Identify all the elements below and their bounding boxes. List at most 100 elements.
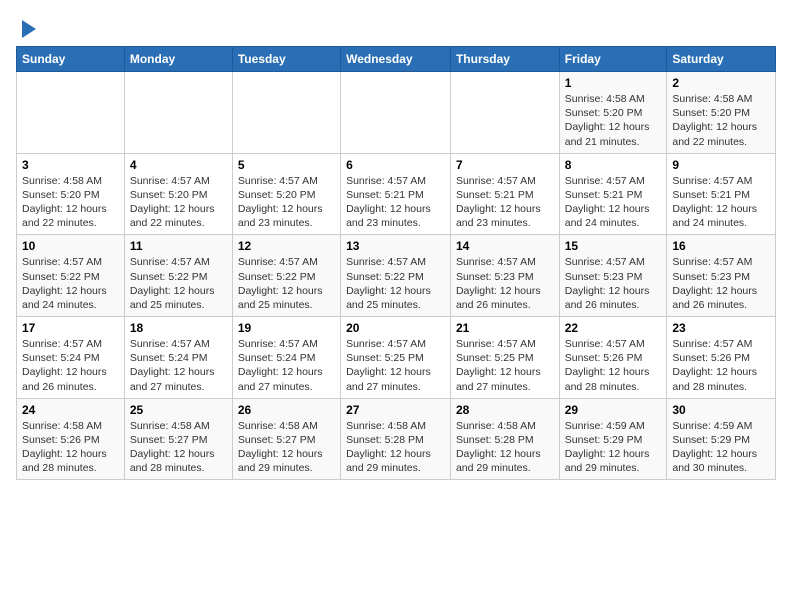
day-info: Sunrise: 4:57 AMSunset: 5:24 PMDaylight:… bbox=[238, 337, 335, 394]
day-cell: 2 Sunrise: 4:58 AMSunset: 5:20 PMDaylight… bbox=[667, 72, 776, 154]
header-row: SundayMondayTuesdayWednesdayThursdayFrid… bbox=[17, 47, 776, 72]
day-number: 12 bbox=[238, 239, 335, 253]
day-number: 21 bbox=[456, 321, 554, 335]
day-cell: 4 Sunrise: 4:57 AMSunset: 5:20 PMDaylight… bbox=[124, 153, 232, 235]
day-cell: 29 Sunrise: 4:59 AMSunset: 5:29 PMDayligh… bbox=[559, 398, 667, 480]
day-number: 28 bbox=[456, 403, 554, 417]
day-info: Sunrise: 4:57 AMSunset: 5:22 PMDaylight:… bbox=[130, 255, 227, 312]
day-cell: 30 Sunrise: 4:59 AMSunset: 5:29 PMDayligh… bbox=[667, 398, 776, 480]
week-row-1: 1 Sunrise: 4:58 AMSunset: 5:20 PMDaylight… bbox=[17, 72, 776, 154]
day-info: Sunrise: 4:58 AMSunset: 5:27 PMDaylight:… bbox=[238, 419, 335, 476]
day-number: 24 bbox=[22, 403, 119, 417]
logo-arrow-icon bbox=[22, 20, 36, 38]
day-number: 23 bbox=[672, 321, 770, 335]
header-day-wednesday: Wednesday bbox=[341, 47, 451, 72]
day-cell bbox=[124, 72, 232, 154]
day-number: 25 bbox=[130, 403, 227, 417]
day-info: Sunrise: 4:57 AMSunset: 5:21 PMDaylight:… bbox=[456, 174, 554, 231]
day-cell: 23 Sunrise: 4:57 AMSunset: 5:26 PMDayligh… bbox=[667, 317, 776, 399]
day-number: 16 bbox=[672, 239, 770, 253]
day-info: Sunrise: 4:58 AMSunset: 5:28 PMDaylight:… bbox=[346, 419, 445, 476]
day-info: Sunrise: 4:57 AMSunset: 5:23 PMDaylight:… bbox=[672, 255, 770, 312]
day-cell: 12 Sunrise: 4:57 AMSunset: 5:22 PMDayligh… bbox=[232, 235, 340, 317]
day-cell: 11Sunrise: 4:57 AMSunset: 5:22 PMDayligh… bbox=[124, 235, 232, 317]
day-info: Sunrise: 4:57 AMSunset: 5:22 PMDaylight:… bbox=[346, 255, 445, 312]
header-day-sunday: Sunday bbox=[17, 47, 125, 72]
day-number: 27 bbox=[346, 403, 445, 417]
day-number: 13 bbox=[346, 239, 445, 253]
day-info: Sunrise: 4:57 AMSunset: 5:20 PMDaylight:… bbox=[130, 174, 227, 231]
day-cell: 21Sunrise: 4:57 AMSunset: 5:25 PMDayligh… bbox=[450, 317, 559, 399]
day-number: 26 bbox=[238, 403, 335, 417]
day-number: 5 bbox=[238, 158, 335, 172]
day-info: Sunrise: 4:58 AMSunset: 5:20 PMDaylight:… bbox=[565, 92, 662, 149]
day-cell: 5 Sunrise: 4:57 AMSunset: 5:20 PMDaylight… bbox=[232, 153, 340, 235]
header-day-tuesday: Tuesday bbox=[232, 47, 340, 72]
day-number: 15 bbox=[565, 239, 662, 253]
header-day-saturday: Saturday bbox=[667, 47, 776, 72]
day-cell: 13 Sunrise: 4:57 AMSunset: 5:22 PMDayligh… bbox=[341, 235, 451, 317]
day-cell: 20Sunrise: 4:57 AMSunset: 5:25 PMDayligh… bbox=[341, 317, 451, 399]
day-info: Sunrise: 4:57 AMSunset: 5:23 PMDaylight:… bbox=[565, 255, 662, 312]
day-cell: 18 Sunrise: 4:57 AMSunset: 5:24 PMDayligh… bbox=[124, 317, 232, 399]
day-info: Sunrise: 4:57 AMSunset: 5:20 PMDaylight:… bbox=[238, 174, 335, 231]
day-cell: 14 Sunrise: 4:57 AMSunset: 5:23 PMDayligh… bbox=[450, 235, 559, 317]
day-info: Sunrise: 4:57 AMSunset: 5:23 PMDaylight:… bbox=[456, 255, 554, 312]
logo bbox=[16, 16, 36, 38]
day-cell bbox=[17, 72, 125, 154]
day-cell: 19 Sunrise: 4:57 AMSunset: 5:24 PMDayligh… bbox=[232, 317, 340, 399]
day-cell: 25Sunrise: 4:58 AMSunset: 5:27 PMDayligh… bbox=[124, 398, 232, 480]
week-row-4: 17 Sunrise: 4:57 AMSunset: 5:24 PMDayligh… bbox=[17, 317, 776, 399]
day-cell: 1 Sunrise: 4:58 AMSunset: 5:20 PMDaylight… bbox=[559, 72, 667, 154]
day-number: 3 bbox=[22, 158, 119, 172]
day-number: 7 bbox=[456, 158, 554, 172]
day-cell bbox=[341, 72, 451, 154]
day-number: 19 bbox=[238, 321, 335, 335]
day-cell: 26 Sunrise: 4:58 AMSunset: 5:27 PMDayligh… bbox=[232, 398, 340, 480]
day-cell: 7 Sunrise: 4:57 AMSunset: 5:21 PMDaylight… bbox=[450, 153, 559, 235]
day-number: 6 bbox=[346, 158, 445, 172]
day-cell bbox=[450, 72, 559, 154]
day-number: 22 bbox=[565, 321, 662, 335]
day-cell: 28 Sunrise: 4:58 AMSunset: 5:28 PMDayligh… bbox=[450, 398, 559, 480]
week-row-3: 10 Sunrise: 4:57 AMSunset: 5:22 PMDayligh… bbox=[17, 235, 776, 317]
day-number: 29 bbox=[565, 403, 662, 417]
calendar-table: SundayMondayTuesdayWednesdayThursdayFrid… bbox=[16, 46, 776, 480]
day-cell: 8 Sunrise: 4:57 AMSunset: 5:21 PMDaylight… bbox=[559, 153, 667, 235]
day-info: Sunrise: 4:57 AMSunset: 5:22 PMDaylight:… bbox=[238, 255, 335, 312]
day-info: Sunrise: 4:57 AMSunset: 5:21 PMDaylight:… bbox=[346, 174, 445, 231]
day-number: 10 bbox=[22, 239, 119, 253]
day-info: Sunrise: 4:59 AMSunset: 5:29 PMDaylight:… bbox=[565, 419, 662, 476]
day-info: Sunrise: 4:58 AMSunset: 5:28 PMDaylight:… bbox=[456, 419, 554, 476]
header-day-monday: Monday bbox=[124, 47, 232, 72]
day-info: Sunrise: 4:58 AMSunset: 5:20 PMDaylight:… bbox=[22, 174, 119, 231]
day-info: Sunrise: 4:59 AMSunset: 5:29 PMDaylight:… bbox=[672, 419, 770, 476]
page-header bbox=[16, 16, 776, 38]
day-cell: 16 Sunrise: 4:57 AMSunset: 5:23 PMDayligh… bbox=[667, 235, 776, 317]
day-number: 8 bbox=[565, 158, 662, 172]
day-cell: 3 Sunrise: 4:58 AMSunset: 5:20 PMDaylight… bbox=[17, 153, 125, 235]
day-number: 20 bbox=[346, 321, 445, 335]
day-number: 17 bbox=[22, 321, 119, 335]
day-info: Sunrise: 4:57 AMSunset: 5:26 PMDaylight:… bbox=[672, 337, 770, 394]
day-info: Sunrise: 4:57 AMSunset: 5:24 PMDaylight:… bbox=[130, 337, 227, 394]
day-number: 1 bbox=[565, 76, 662, 90]
day-cell: 24Sunrise: 4:58 AMSunset: 5:26 PMDayligh… bbox=[17, 398, 125, 480]
header-day-friday: Friday bbox=[559, 47, 667, 72]
day-cell: 9Sunrise: 4:57 AMSunset: 5:21 PMDaylight… bbox=[667, 153, 776, 235]
day-cell: 15 Sunrise: 4:57 AMSunset: 5:23 PMDayligh… bbox=[559, 235, 667, 317]
day-cell: 22Sunrise: 4:57 AMSunset: 5:26 PMDayligh… bbox=[559, 317, 667, 399]
day-cell bbox=[232, 72, 340, 154]
day-cell: 17 Sunrise: 4:57 AMSunset: 5:24 PMDayligh… bbox=[17, 317, 125, 399]
day-info: Sunrise: 4:57 AMSunset: 5:21 PMDaylight:… bbox=[565, 174, 662, 231]
day-number: 30 bbox=[672, 403, 770, 417]
day-number: 2 bbox=[672, 76, 770, 90]
day-info: Sunrise: 4:57 AMSunset: 5:24 PMDaylight:… bbox=[22, 337, 119, 394]
header-day-thursday: Thursday bbox=[450, 47, 559, 72]
day-cell: 10Sunrise: 4:57 AMSunset: 5:22 PMDayligh… bbox=[17, 235, 125, 317]
day-info: Sunrise: 4:58 AMSunset: 5:20 PMDaylight:… bbox=[672, 92, 770, 149]
day-number: 4 bbox=[130, 158, 227, 172]
day-number: 14 bbox=[456, 239, 554, 253]
day-number: 18 bbox=[130, 321, 227, 335]
week-row-2: 3 Sunrise: 4:58 AMSunset: 5:20 PMDaylight… bbox=[17, 153, 776, 235]
